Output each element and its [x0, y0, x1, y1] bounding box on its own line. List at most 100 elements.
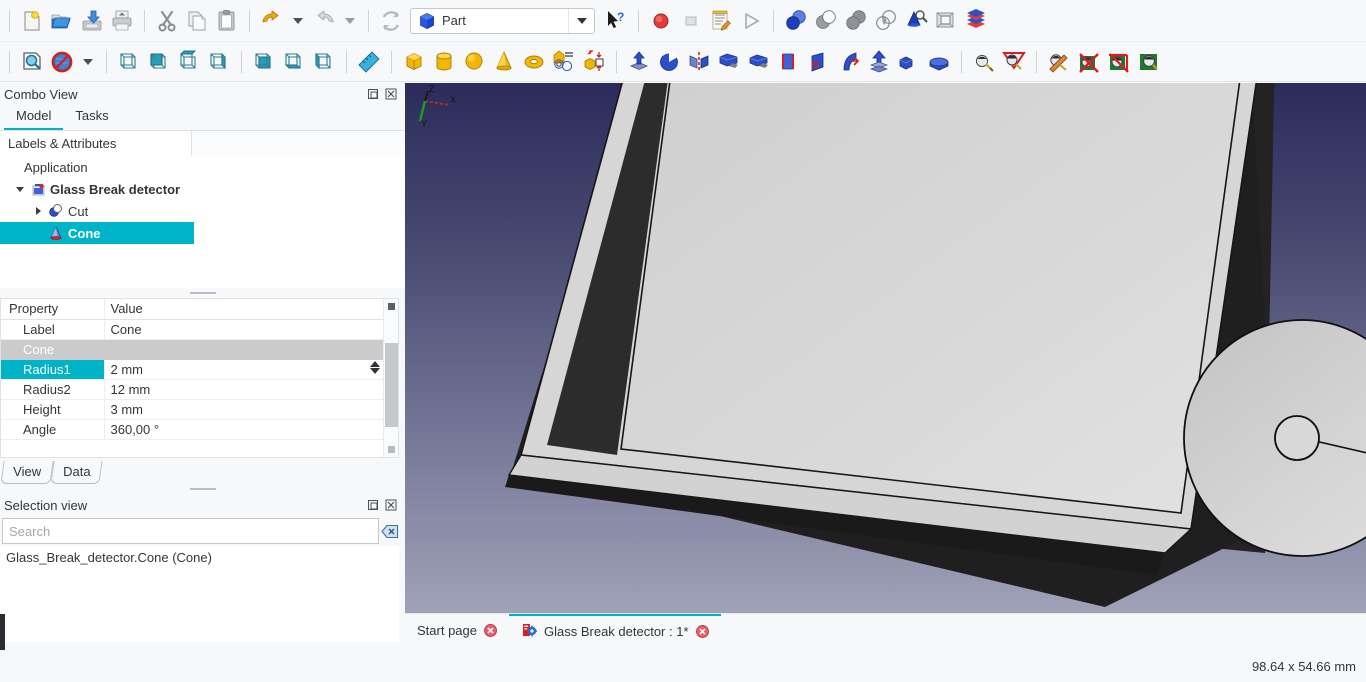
property-value[interactable]: 360,00 °: [104, 419, 384, 439]
tab-model[interactable]: Model: [4, 105, 63, 130]
value-spinner[interactable]: [370, 361, 380, 374]
offset2d-button[interactable]: [924, 46, 954, 78]
ruled-surface-button[interactable]: [774, 46, 804, 78]
tree-item-cone[interactable]: Cone: [0, 222, 194, 244]
document-tab-start-page[interactable]: Start page: [405, 614, 509, 646]
property-value[interactable]: Cone: [104, 319, 384, 339]
close-panel-button[interactable]: [385, 499, 397, 511]
sweep-button[interactable]: [834, 46, 864, 78]
document-tab-glass-break-detector[interactable]: Glass Break detector : 1*: [509, 614, 721, 646]
axonometric-view-button[interactable]: [114, 46, 144, 78]
property-value[interactable]: 3 mm: [104, 399, 384, 419]
property-row-radius2[interactable]: Radius2 12 mm: [1, 379, 384, 399]
property-row-radius1[interactable]: Radius1 2 mm: [1, 359, 384, 379]
shape-builder-button[interactable]: [549, 46, 579, 78]
fillet-button[interactable]: [714, 46, 744, 78]
chevron-right-icon[interactable]: [30, 206, 46, 216]
tree-item-glass-break-detector[interactable]: Glass Break detector: [0, 178, 405, 200]
loft-button[interactable]: [804, 46, 834, 78]
tree-property-splitter[interactable]: [0, 288, 405, 298]
macro-record-button[interactable]: [646, 5, 676, 37]
property-value[interactable]: 12 mm: [104, 379, 384, 399]
macro-stop-button[interactable]: [676, 5, 706, 37]
redo-button[interactable]: [309, 5, 339, 37]
tree-item-application[interactable]: Application: [0, 156, 405, 178]
macro-execute-button[interactable]: [736, 5, 766, 37]
sphere-primitive-button[interactable]: [459, 46, 489, 78]
front-view-button[interactable]: [144, 46, 174, 78]
search-input[interactable]: Search: [2, 518, 379, 544]
float-panel-button[interactable]: [367, 499, 379, 511]
cone-primitive-button[interactable]: [489, 46, 519, 78]
right-view-button[interactable]: [204, 46, 234, 78]
random-color-button[interactable]: [1074, 46, 1104, 78]
clipping-plane-button[interactable]: [999, 46, 1029, 78]
cross-sections-button[interactable]: [961, 5, 991, 37]
close-tab-icon[interactable]: [484, 624, 497, 637]
print-button[interactable]: [107, 5, 137, 37]
tab-data[interactable]: Data: [50, 461, 103, 484]
macro-edit-button[interactable]: [706, 5, 736, 37]
scroll-down-icon[interactable]: [388, 446, 395, 453]
fit-all-button[interactable]: [17, 46, 47, 78]
workbench-selector[interactable]: Part: [410, 8, 595, 34]
appearance-button[interactable]: [1044, 46, 1074, 78]
redo-dropdown[interactable]: [339, 5, 361, 37]
bounding-box-button[interactable]: [969, 46, 999, 78]
list-item[interactable]: Glass_Break_detector.Cone (Cone): [6, 550, 399, 565]
close-tab-icon[interactable]: [696, 625, 709, 638]
draw-style-button[interactable]: [47, 46, 77, 78]
tree-item-cut[interactable]: Cut: [0, 200, 405, 222]
property-value-cell[interactable]: 2 mm: [104, 359, 384, 379]
paste-button[interactable]: [212, 5, 242, 37]
open-document-button[interactable]: [47, 5, 77, 37]
whats-this-button[interactable]: ?: [601, 5, 631, 37]
remove-color-button[interactable]: [1104, 46, 1134, 78]
clear-search-button[interactable]: [379, 524, 401, 539]
cut-boolean-button[interactable]: [811, 5, 841, 37]
draw-style-dropdown[interactable]: [77, 46, 99, 78]
mirror-button[interactable]: [684, 46, 714, 78]
scroll-up-icon[interactable]: [388, 303, 395, 310]
spinner-down-icon[interactable]: [370, 368, 380, 374]
torus-primitive-button[interactable]: [519, 46, 549, 78]
spinner-up-icon[interactable]: [370, 361, 380, 367]
chevron-down-icon[interactable]: [12, 184, 28, 194]
rear-view-button[interactable]: [249, 46, 279, 78]
cut-button[interactable]: [152, 5, 182, 37]
cylinder-primitive-button[interactable]: [429, 46, 459, 78]
union-button[interactable]: [841, 5, 871, 37]
copy-button[interactable]: [182, 5, 212, 37]
float-panel-button[interactable]: [367, 88, 379, 100]
scrollbar-thumb[interactable]: [385, 343, 398, 427]
selection-list[interactable]: Glass_Break_detector.Cone (Cone): [0, 546, 399, 642]
extrude-button[interactable]: [624, 46, 654, 78]
primitives-dialog-button[interactable]: [579, 46, 609, 78]
measure-button[interactable]: [354, 46, 384, 78]
workbench-dropdown-arrow[interactable]: [568, 9, 594, 33]
3d-viewport[interactable]: X Y Z: [405, 83, 1366, 613]
property-group-cone[interactable]: Cone: [1, 339, 384, 359]
undo-button[interactable]: [257, 5, 287, 37]
intersection-button[interactable]: [871, 5, 901, 37]
bottom-view-button[interactable]: [279, 46, 309, 78]
thickness-button[interactable]: [894, 46, 924, 78]
close-panel-button[interactable]: [385, 88, 397, 100]
undo-dropdown[interactable]: [287, 5, 309, 37]
property-scrollbar[interactable]: [383, 299, 398, 457]
property-row-angle[interactable]: Angle 360,00 °: [1, 419, 384, 439]
property-selection-splitter[interactable]: [0, 484, 405, 494]
tab-view[interactable]: View: [0, 461, 53, 484]
section-button[interactable]: [931, 5, 961, 37]
chamfer-button[interactable]: [744, 46, 774, 78]
new-document-button[interactable]: [17, 5, 47, 37]
check-geometry-button[interactable]: [901, 5, 931, 37]
box-primitive-button[interactable]: [399, 46, 429, 78]
revolve-button[interactable]: [654, 46, 684, 78]
offset-button[interactable]: [864, 46, 894, 78]
top-view-button[interactable]: [174, 46, 204, 78]
color-per-face-button[interactable]: [1134, 46, 1164, 78]
property-row-label[interactable]: Label Cone: [1, 319, 384, 339]
refresh-button[interactable]: [376, 5, 406, 37]
save-document-button[interactable]: [77, 5, 107, 37]
